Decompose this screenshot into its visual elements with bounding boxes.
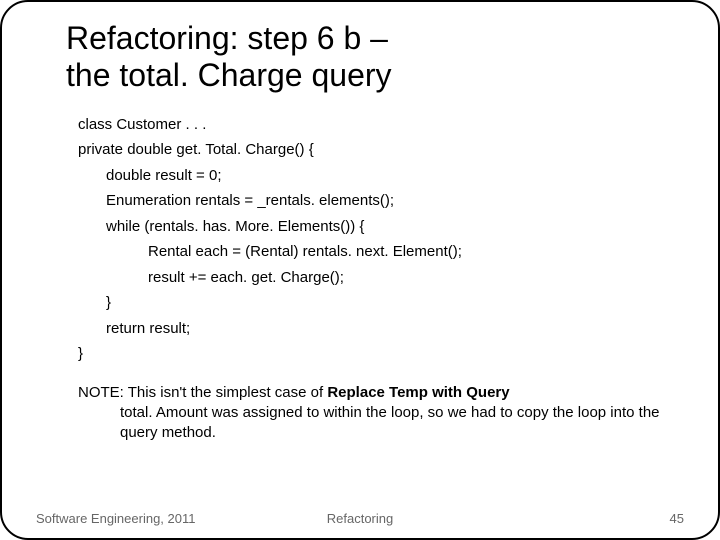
slide-title: Refactoring: step 6 b – the total. Charg… [66,20,678,94]
title-line-2: the total. Charge query [66,57,392,93]
footer-left: Software Engineering, 2011 [36,511,195,526]
footer-page-number: 45 [670,511,684,526]
code-line: result += each. get. Charge(); [148,265,678,291]
code-line: return result; [106,316,678,342]
code-line: double result = 0; [106,163,678,189]
code-line: class Customer . . . [78,112,678,138]
slide-frame: Refactoring: step 6 b – the total. Charg… [0,0,720,540]
code-line: Enumeration rentals = _rentals. elements… [106,188,678,214]
note-bold: Replace Temp with Query [327,384,509,401]
code-block: class Customer . . . private double get.… [78,112,678,367]
code-line: Rental each = (Rental) rentals. next. El… [148,239,678,265]
note-prefix: NOTE: This isn't the simplest case of [78,384,327,401]
title-line-1: Refactoring: step 6 b – [66,20,388,56]
code-line: } [78,341,678,367]
code-line: private double get. Total. Charge() { [78,137,678,163]
code-line: while (rentals. has. More. Elements()) { [106,214,678,240]
note-block: NOTE: This isn't the simplest case of Re… [78,383,678,444]
slide-footer: Software Engineering, 2011 Refactoring 4… [2,511,718,526]
note-body: total. Amount was assigned to within the… [120,403,678,444]
code-line: } [106,290,678,316]
